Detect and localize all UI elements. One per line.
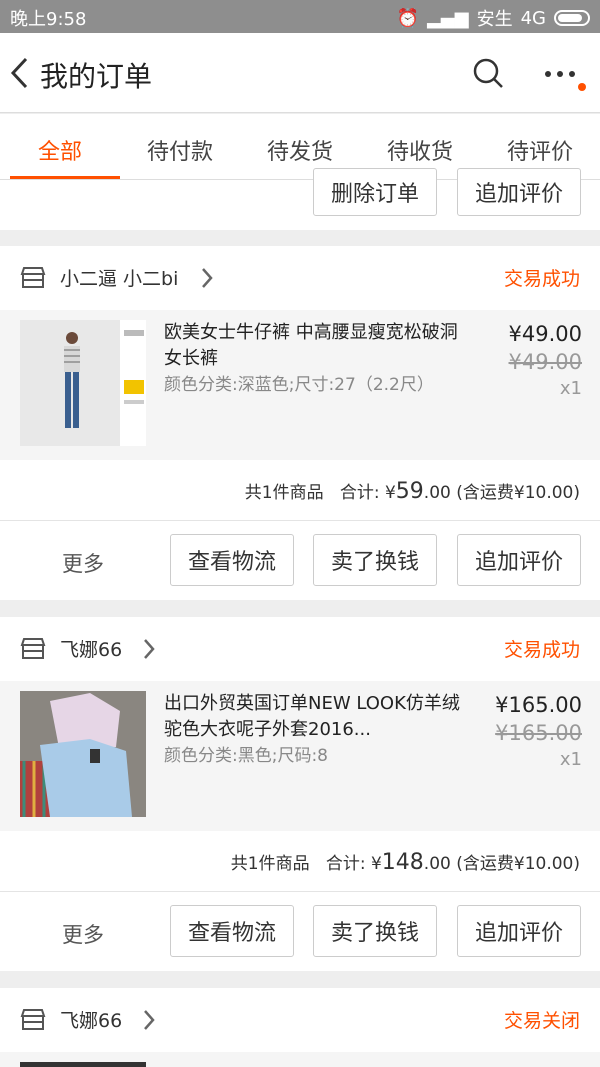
order-summary: 共1件商品 合计: ¥148.00 (含运费¥10.00)	[231, 849, 580, 875]
total-amount: 59	[395, 479, 424, 504]
product-thumbnail	[20, 1062, 146, 1067]
product-price: ¥49.00	[508, 322, 582, 346]
shop-icon	[20, 267, 46, 288]
item-count: 共1件商品	[244, 483, 324, 503]
delete-order-button[interactable]: 删除订单	[313, 168, 437, 216]
product-spec: 颜色分类:深蓝色;尺寸:27（2.2尺）	[164, 375, 434, 395]
shipping-fee: (含运费¥10.00)	[456, 854, 580, 874]
page-title: 我的订单	[40, 60, 153, 93]
shop-name[interactable]: 小二逼 小二bi	[60, 264, 178, 291]
add-review-button[interactable]: 追加评价	[457, 168, 581, 216]
search-icon[interactable]	[470, 55, 506, 91]
more-dots-icon[interactable]	[540, 59, 580, 89]
order-status: 交易成功	[503, 639, 580, 661]
total-amount: 148	[381, 850, 424, 875]
chevron-right-icon[interactable]	[142, 1008, 156, 1032]
total-decimal: .00	[423, 854, 451, 874]
product-title[interactable]: 出口外贸英国订单NEW LOOK仿羊绒驼色大衣呢子外套2016...	[164, 691, 464, 743]
order-summary: 共1件商品 合计: ¥59.00 (含运费¥10.00)	[245, 478, 580, 504]
tab-pending-payment[interactable]: 待付款	[120, 114, 240, 179]
carrier-label: 安生	[476, 9, 513, 30]
order-status: 交易成功	[503, 268, 580, 290]
order-card[interactable]: 小二逼 小二bi 交易成功 欧美女士牛仔裤 中高腰显瘦宽松破洞女长裤 颜色分类:…	[0, 246, 600, 600]
order-item[interactable]: 出口外贸英国订单NEW LOOK仿羊绒驼色大衣呢子外套2016... 颜色分类:…	[0, 681, 600, 831]
status-time: 晚上9:58	[10, 9, 87, 30]
product-original-price: ¥49.00	[508, 350, 582, 374]
tab-all[interactable]: 全部	[0, 114, 120, 179]
more-link[interactable]: 更多	[62, 548, 104, 578]
back-arrow-icon[interactable]	[8, 55, 32, 91]
product-original-price: ¥165.00	[495, 721, 582, 745]
item-count: 共1件商品	[230, 854, 310, 874]
nav-bar: 我的订单	[0, 33, 600, 113]
alarm-icon: ⏰	[396, 7, 420, 29]
view-logistics-button[interactable]: 查看物流	[170, 905, 294, 957]
divider	[0, 520, 600, 521]
order-card[interactable]: 飞娜66 交易关闭	[0, 988, 600, 1067]
resell-button[interactable]: 卖了换钱	[313, 534, 437, 586]
resell-button[interactable]: 卖了换钱	[313, 905, 437, 957]
battery-icon	[554, 10, 590, 26]
total-decimal: .00	[423, 483, 451, 503]
chevron-right-icon[interactable]	[142, 637, 156, 661]
shipping-fee: (含运费¥10.00)	[456, 483, 580, 503]
divider	[0, 891, 600, 892]
signal-icon: ▂▄▆	[427, 7, 469, 29]
product-quantity: x1	[559, 749, 582, 770]
order-status: 交易关闭	[503, 1010, 580, 1032]
shop-name[interactable]: 飞娜66	[60, 1006, 122, 1033]
product-spec: 颜色分类:黑色;尺码:8	[164, 746, 328, 766]
notification-dot	[578, 83, 586, 91]
order-card[interactable]: 飞娜66 交易成功 出口外贸英国订单NEW LOOK仿羊绒驼色大衣呢子外套201…	[0, 617, 600, 971]
status-bar: 晚上9:58 ⏰ ▂▄▆ 安生 4G	[0, 0, 600, 33]
network-label: 4G	[520, 7, 546, 29]
add-review-button[interactable]: 追加评价	[457, 905, 581, 957]
total-label: 合计: ¥	[339, 483, 396, 503]
product-thumbnail[interactable]	[20, 320, 146, 446]
total-label: 合计: ¥	[325, 854, 382, 874]
product-price: ¥165.00	[495, 693, 582, 717]
more-link[interactable]: 更多	[62, 919, 104, 949]
partial-order-card: 删除订单 追加评价	[0, 168, 600, 230]
shop-name[interactable]: 飞娜66	[60, 635, 122, 662]
product-title[interactable]: 欧美女士牛仔裤 中高腰显瘦宽松破洞女长裤	[164, 320, 464, 372]
order-item[interactable]: 欧美女士牛仔裤 中高腰显瘦宽松破洞女长裤 颜色分类:深蓝色;尺寸:27（2.2尺…	[0, 310, 600, 460]
order-item	[0, 1052, 600, 1067]
product-quantity: x1	[559, 378, 582, 399]
shop-row[interactable]: 飞娜66 交易关闭	[0, 988, 600, 1052]
shop-row[interactable]: 飞娜66 交易成功	[0, 617, 600, 681]
shop-row[interactable]: 小二逼 小二bi 交易成功	[0, 246, 600, 310]
chevron-right-icon[interactable]	[200, 266, 214, 290]
shop-icon	[20, 1009, 46, 1030]
product-thumbnail[interactable]	[20, 691, 146, 817]
shop-icon	[20, 638, 46, 659]
view-logistics-button[interactable]: 查看物流	[170, 534, 294, 586]
status-right: ⏰ ▂▄▆ 安生 4G	[397, 5, 590, 31]
add-review-button[interactable]: 追加评价	[457, 534, 581, 586]
